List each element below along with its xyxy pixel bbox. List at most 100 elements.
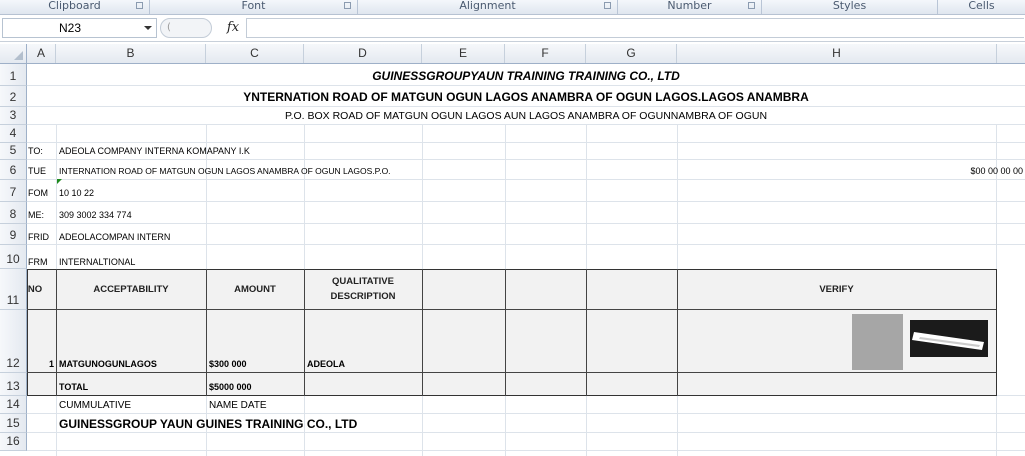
row-header-2[interactable]: 2 bbox=[0, 86, 27, 107]
company-title: GUINESSGROUPYAUN TRAINING TRAINING CO., … bbox=[372, 69, 680, 83]
table-border bbox=[27, 372, 996, 373]
gridline bbox=[27, 85, 1025, 86]
info-value-frid: ADEOLACOMPAN INTERN bbox=[59, 232, 171, 242]
row-description: ADEOLA bbox=[307, 359, 345, 369]
row-number: 9 bbox=[9, 228, 17, 242]
row-number: 5 bbox=[9, 143, 17, 157]
ribbon-group-alignment: Alignment bbox=[358, 0, 618, 14]
row-header-15[interactable]: 15 bbox=[0, 414, 27, 433]
column-header-h[interactable]: H bbox=[677, 44, 997, 63]
row-number: 14 bbox=[6, 397, 20, 411]
dialog-launcher-icon[interactable] bbox=[604, 2, 611, 9]
gridline bbox=[27, 244, 1025, 245]
insert-function-button[interactable]: fx bbox=[222, 18, 244, 38]
name-box[interactable]: N23 bbox=[2, 18, 157, 38]
header-verify: VERIFY bbox=[819, 284, 854, 295]
ribbon-group-clipboard: Clipboard bbox=[0, 0, 150, 14]
signature-photo bbox=[852, 314, 903, 370]
column-header-f[interactable]: F bbox=[505, 44, 586, 63]
table-border bbox=[27, 309, 996, 310]
ribbon-group-cells: Cells bbox=[938, 0, 1025, 14]
ribbon-group-bar: Clipboard Font Alignment Number Styles C… bbox=[0, 0, 1025, 15]
column-header-e[interactable]: E bbox=[422, 44, 505, 63]
signature-image bbox=[910, 320, 988, 357]
row-number: 13 bbox=[6, 379, 20, 393]
info-value-me: 309 3002 334 774 bbox=[59, 210, 132, 220]
row-header-14[interactable]: 14 bbox=[0, 396, 27, 414]
row-number: 2 bbox=[9, 90, 17, 104]
info-value-frm: INTERNALTIONAL bbox=[59, 257, 136, 267]
row-number: 7 bbox=[9, 185, 17, 199]
info-label-me: ME: bbox=[28, 210, 45, 220]
row-header-4[interactable]: 4 bbox=[0, 125, 27, 143]
row-header-10[interactable]: 10 bbox=[0, 245, 27, 269]
row-number: 12 bbox=[6, 356, 20, 370]
row-header-13[interactable]: 13 bbox=[0, 373, 27, 396]
row-header-11[interactable]: 11 bbox=[0, 269, 27, 310]
info-value-to: ADEOLA COMPANY INTERNA KOMAPANY I.K bbox=[59, 146, 250, 156]
ribbon-group-label: Clipboard bbox=[48, 0, 101, 12]
row-header-3[interactable]: 3 bbox=[0, 107, 27, 125]
gridline bbox=[27, 413, 1025, 414]
ribbon-group-number: Number bbox=[618, 0, 762, 14]
row-number: 15 bbox=[6, 416, 20, 430]
gridline bbox=[27, 223, 1025, 224]
column-header-g[interactable]: G bbox=[586, 44, 677, 63]
row-header-6[interactable]: 6 bbox=[0, 160, 27, 180]
header-qualitative: QUALITATIVE bbox=[332, 276, 394, 287]
info-label-to: TO: bbox=[28, 146, 43, 156]
table-border bbox=[586, 269, 587, 396]
column-header-b[interactable]: B bbox=[56, 44, 206, 63]
row-number: 3 bbox=[9, 108, 17, 122]
row-header-12[interactable]: 12 bbox=[0, 310, 27, 373]
ribbon-group-label: Styles bbox=[832, 0, 867, 12]
gridline bbox=[27, 142, 1025, 143]
table-border bbox=[422, 269, 423, 396]
dialog-launcher-icon[interactable] bbox=[748, 2, 755, 9]
column-header-c[interactable]: C bbox=[206, 44, 304, 63]
worksheet-grid[interactable]: GUINESSGROUPYAUN TRAINING TRAINING CO., … bbox=[27, 64, 1025, 456]
ribbon-group-label: Font bbox=[241, 0, 266, 12]
address-line-2: P.O. BOX ROAD OF MATGUN OGUN LAGOS AUN L… bbox=[284, 110, 768, 122]
column-header-bar: A B C D E F G H bbox=[0, 44, 1025, 64]
row-header-7[interactable]: 7 bbox=[0, 180, 27, 202]
info-label-frm: FRM bbox=[28, 257, 48, 267]
name-box-value: N23 bbox=[59, 21, 82, 35]
info-label-frid: FRID bbox=[28, 232, 49, 242]
info-value-tue: INTERNATION ROAD OF MATGUN OGUN LAGOS AN… bbox=[59, 166, 391, 176]
gridline bbox=[27, 201, 1025, 202]
column-header-a[interactable]: A bbox=[27, 44, 56, 63]
formula-input[interactable] bbox=[246, 18, 1024, 38]
row-number: 1 bbox=[9, 69, 17, 83]
row-header-1[interactable]: 1 bbox=[0, 64, 27, 86]
ribbon-group-font: Font bbox=[150, 0, 358, 14]
row-header-9[interactable]: 9 bbox=[0, 224, 27, 245]
row-no: 1 bbox=[48, 359, 54, 369]
footer-company: GUINESSGROUP YAUN GUINES TRAINING CO., L… bbox=[59, 417, 358, 431]
gridline bbox=[27, 159, 1025, 160]
column-header-d[interactable]: D bbox=[304, 44, 422, 63]
chevron-down-icon[interactable] bbox=[144, 26, 152, 30]
formula-bar-resize-handle[interactable]: ( bbox=[160, 18, 212, 38]
row-header-5[interactable]: 5 bbox=[0, 143, 27, 160]
ribbon-group-label: Number bbox=[667, 0, 712, 12]
row-header-8[interactable]: 8 bbox=[0, 202, 27, 224]
ribbon-group-label: Cells bbox=[968, 0, 995, 12]
name-date-label: NAME DATE bbox=[209, 400, 267, 411]
row-amount: $300 000 bbox=[209, 359, 247, 369]
header-no: NO bbox=[27, 284, 43, 295]
gridline bbox=[27, 432, 1025, 433]
info-amount-right: $00 00 00 00 bbox=[970, 166, 1023, 176]
dialog-launcher-icon[interactable] bbox=[136, 2, 143, 9]
row-number: 10 bbox=[6, 252, 20, 266]
row-number: 6 bbox=[9, 163, 17, 177]
dialog-launcher-icon[interactable] bbox=[344, 2, 351, 9]
signature-stroke-icon bbox=[912, 332, 984, 350]
gridline bbox=[27, 106, 1025, 107]
cumulative-label: CUMMULATIVE bbox=[59, 400, 132, 411]
info-value-fom: 10 10 22 bbox=[59, 188, 95, 198]
select-all-button[interactable] bbox=[0, 44, 27, 63]
row-header-16[interactable]: 16 bbox=[0, 433, 27, 451]
gridline bbox=[27, 124, 1025, 125]
formula-bar: N23 ( fx bbox=[0, 15, 1025, 42]
